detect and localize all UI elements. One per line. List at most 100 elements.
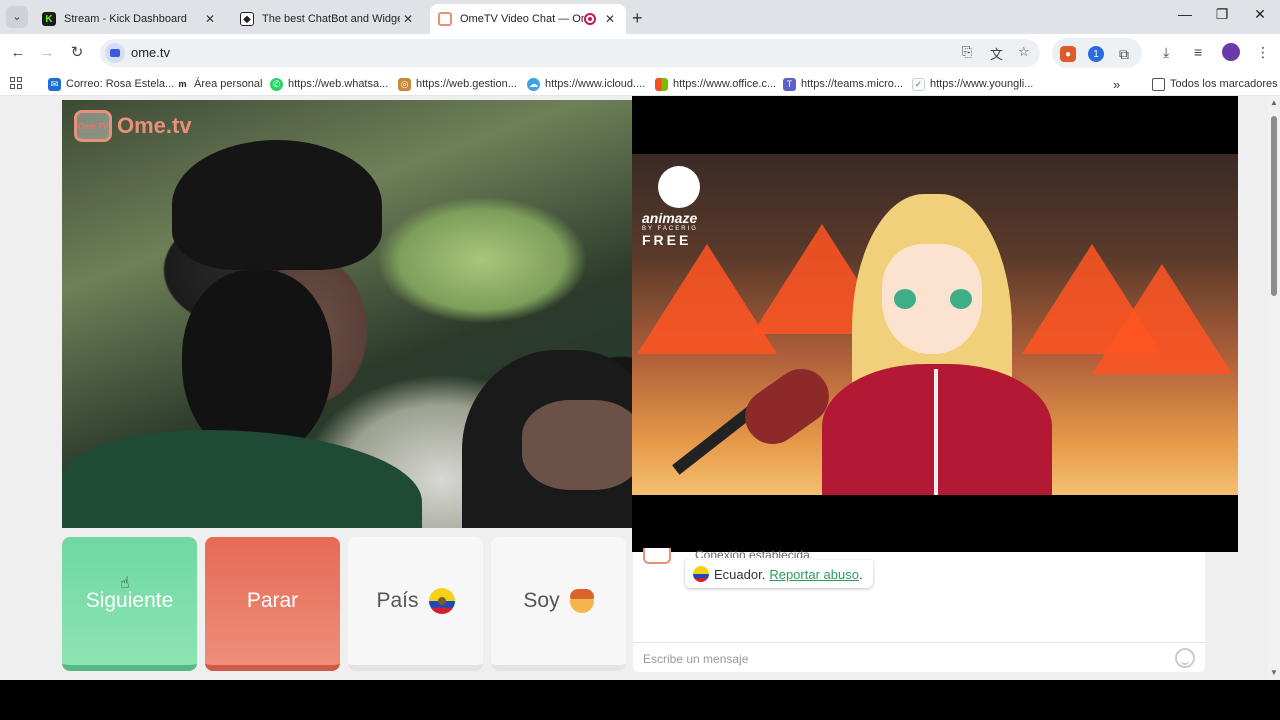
extension-password-icon[interactable]: 1 [1088,46,1104,62]
boy-emoji-icon [569,589,594,613]
close-icon[interactable]: ✕ [202,12,218,26]
tab-kick-dashboard[interactable]: K Stream - Kick Dashboard ✕ [34,4,226,34]
all-bookmarks-folder[interactable]: Todos los marcadores [1152,76,1278,92]
teams-icon: T [783,77,796,91]
tab-ometv[interactable]: OmeTV Video Chat — Ome ✕ [430,4,626,34]
bookmark-area-personal[interactable]: m Área personal [176,76,263,92]
bookmark-label: https://teams.micro... [801,78,904,90]
profile-avatar[interactable] [1222,43,1240,61]
address-bar[interactable]: ome.tv ⎘ 文 ☆ [100,39,1040,67]
bookmark-star-icon[interactable]: ☆ [1018,44,1030,60]
self-video: animaze BY FACERIG FREE [632,96,1238,552]
close-icon[interactable]: ✕ [602,12,618,26]
more-bookmarks-chevron-icon[interactable]: » [1113,76,1120,92]
next-button[interactable]: Siguiente [62,537,197,671]
chatbot-icon: ◆ [240,12,254,26]
downloads-icon[interactable]: ⤓ [1163,44,1169,61]
gender-button[interactable]: Soy [491,537,626,671]
ecuador-flag-icon [428,588,455,614]
bookmark-whatsapp[interactable]: ✆ https://web.whatsa... [270,76,388,92]
moodle-icon: m [176,77,189,91]
bookmark-label: Correo: Rosa Estela... [66,78,175,90]
scroll-thumb[interactable] [1271,116,1277,296]
ometv-logo: Ome TV Ome.tv [74,110,192,142]
bookmark-teams[interactable]: Thttps://teams.micro... [783,76,903,92]
close-icon[interactable]: ✕ [400,12,416,26]
avatar-eye [894,289,916,309]
bookmark-label: https://www.youngli... [930,78,1034,90]
extensions-group: ● 1 ⧉ [1052,38,1142,68]
apps-grid-icon[interactable] [10,77,22,89]
gestion-icon: ◎ [398,77,411,91]
icloud-icon: ☁ [527,77,540,91]
jacket-zip [934,369,938,495]
report-abuse-link[interactable]: Reportar abuso [769,567,859,582]
reload-icon[interactable]: ↻ [66,42,88,64]
folder-icon [1152,77,1165,91]
page-scrollbar[interactable]: ▲ ▼ [1268,96,1280,680]
new-tab-button[interactable]: + [632,8,643,29]
vtuber-scene: animaze BY FACERIG FREE [632,154,1238,495]
translate-icon[interactable]: 文 [990,44,1003,63]
media-controls-icon[interactable]: ≡ [1194,44,1202,60]
animaze-watermark: animaze BY FACERIG FREE [642,166,722,248]
country-button[interactable]: País [348,537,483,671]
tab-search-icon[interactable]: ⌄ [6,6,28,28]
bookmark-younglings[interactable]: ✓ https://www.youngli... [912,76,1033,92]
mouse-pointer-icon: ☝ [120,575,130,592]
avatar-eye [950,289,972,309]
country-label: País [376,589,419,612]
younglings-icon: ✓ [912,77,925,91]
animaze-logo-icon [658,166,700,208]
ometv-chat-avatar [643,548,671,564]
bookmark-icloud[interactable]: ☁ https://www.icloud.... [527,76,645,92]
restore-icon[interactable]: ❐ [1207,6,1237,23]
scroll-down-icon[interactable]: ▼ [1270,668,1278,677]
minimize-icon[interactable]: — [1170,6,1200,22]
scroll-up-icon[interactable]: ▲ [1270,98,1278,107]
bookmark-label: https://web.gestion... [416,78,517,90]
bookmark-correo[interactable]: ✉ Correo: Rosa Estela... [48,76,174,92]
animaze-brand: animaze [642,210,698,226]
ometv-logo-text: Ome.tv [117,113,192,138]
bookmark-label: Todos los marcadores [1170,78,1278,90]
bookmark-label: https://www.office.c... [673,78,777,90]
recording-icon [584,13,596,25]
window-close-icon[interactable]: ✕ [1245,6,1275,23]
extension-fox-icon[interactable]: ● [1060,46,1076,62]
chat-input-area [633,642,1205,672]
browser-window: ⌄ K Stream - Kick Dashboard ✕ ◆ The best… [0,0,1280,720]
stop-button[interactable]: Parar [205,537,340,671]
ometv-badge: Ome TV [74,110,112,142]
stop-label: Parar [246,589,299,612]
ometv-icon [438,12,452,26]
tab-strip: ⌄ K Stream - Kick Dashboard ✕ ◆ The best… [0,0,1280,34]
second-face-shape [522,400,632,490]
country-name: Ecuador. [714,566,766,582]
shirt-shape [62,430,422,528]
bookmarks-bar: ✉ Correo: Rosa Estela... m Área personal ✆… [0,72,1280,96]
toolbar: ← → ↻ ome.tv ⎘ 文 ☆ ● 1 ⧉ ⤓ ≡ ⋮ [0,34,1280,72]
animaze-free: FREE [642,232,692,248]
chat-panel: Conexión establecida. Ecuador. Reportar … [633,548,1205,672]
menu-kebab-icon[interactable]: ⋮ [1256,44,1270,61]
tab-chatbot[interactable]: ◆ The best ChatBot and Widgets ✕ [232,4,424,34]
emoji-icon[interactable] [1175,648,1195,668]
bookmark-label: https://www.icloud.... [545,78,646,90]
extensions-puzzle-icon[interactable]: ⧉ [1116,46,1132,62]
stranger-video: Ome TV Ome.tv [62,100,632,528]
tab-title: Stream - Kick Dashboard [64,13,187,25]
bookmark-gestion[interactable]: ◎ https://web.gestion... [398,76,517,92]
message-input[interactable] [643,649,1163,669]
site-info-icon[interactable] [105,43,125,63]
install-app-icon[interactable]: ⎘ [962,44,972,60]
bookmark-office[interactable]: https://www.office.c... [655,76,776,92]
gender-label: Soy [523,589,560,612]
forward-icon[interactable]: → [36,42,58,64]
back-icon[interactable]: ← [7,42,29,64]
cap-shape [172,140,382,270]
ecuador-flag-icon [693,566,709,582]
connection-status: Conexión establecida. [695,548,814,558]
address-text[interactable]: ome.tv [131,45,170,60]
kick-icon: K [42,12,56,26]
